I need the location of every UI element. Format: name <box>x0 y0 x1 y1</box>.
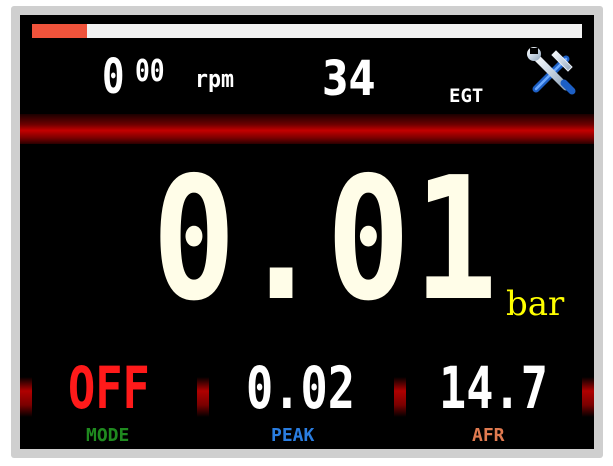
wrench-hammer-icon[interactable] <box>526 45 578 97</box>
gauge-screen: 0 00 rpm 34 EGT 0.01 bar OFF 0.02 14.7 M… <box>20 15 594 449</box>
afr-label: AFR <box>472 425 505 446</box>
egt-value: 34 <box>322 51 376 107</box>
separator-tick <box>582 377 594 417</box>
separator-tick <box>394 377 406 417</box>
rpm-unit-label: rpm <box>195 65 235 93</box>
separator-tick <box>20 377 32 417</box>
peak-value[interactable]: 0.02 <box>246 359 355 417</box>
peak-label: PEAK <box>271 425 315 446</box>
rpm-value-major: 0 <box>102 49 125 105</box>
mode-label: MODE <box>86 425 130 446</box>
boost-pressure-unit: bar <box>506 284 565 324</box>
header-divider-band <box>20 114 594 144</box>
egt-label: EGT <box>449 85 484 107</box>
rpm-value-minor: 00 <box>135 54 165 89</box>
afr-value: 14.7 <box>439 354 548 422</box>
boost-progress-fill <box>32 24 87 38</box>
boost-pressure-value: 0.01 <box>152 141 501 339</box>
separator-tick <box>197 377 209 417</box>
mode-value[interactable]: OFF <box>68 359 150 417</box>
boost-progress-bar <box>32 24 582 38</box>
